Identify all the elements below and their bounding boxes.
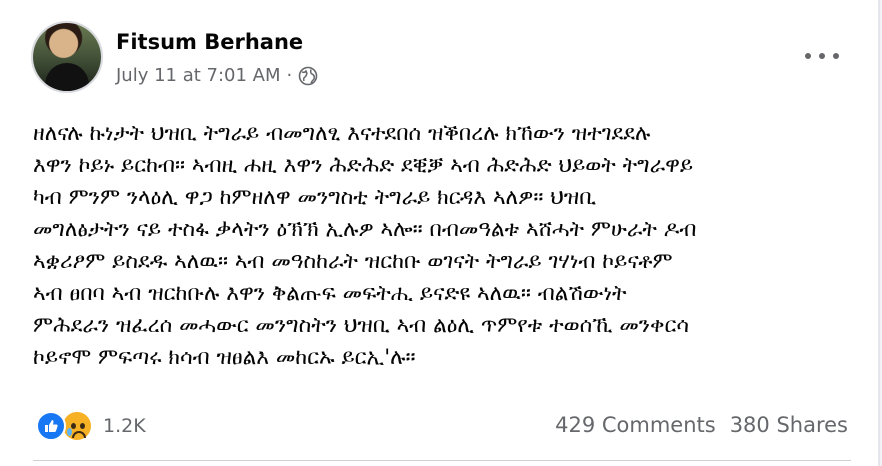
- sad-mouth: [72, 431, 86, 438]
- dot: [819, 53, 825, 59]
- sad-eye: [71, 423, 76, 429]
- post-line: ምሕደራን ዝፈረሰ መሓውር መንግስትን ህዝቢ ኣብ ልዕሊ ጥምየቱ ተ…: [33, 313, 689, 338]
- like-icon: [36, 411, 66, 441]
- comments-count[interactable]: 429 Comments: [555, 413, 716, 437]
- post-line: ኣቋሪፆም ይስደዱ ኣለዉ። ኣብ መዓስከራት ዝርከቡ ወገናት ትግራይ…: [33, 249, 673, 274]
- post-line: ኣብ ፀበባ ኣብ ዝርከቡሉ እዋን ቅልጡፍ መፍትሒ ይናድዩ ኣለዉ። …: [33, 281, 627, 306]
- post-line: እዋን ኮይኑ ይርከብ። ኣብዚ ሐዚ እዋን ሕድሕድ ደቒቓ ኣብ ሕድሕ…: [33, 153, 694, 178]
- post-body: ዘለናሉ ኩነታት ህዝቢ ትግራይ ብመግለፂ እናተደበሰ ዝቕበረሉ ክኸ…: [33, 118, 863, 374]
- post-line: መግለፅታትን ናይ ተስፋ ቃላትን ዕኽኽ ኢሉዎ ኣሎ። በብመዓልቱ ኣ…: [33, 217, 697, 242]
- sad-eye: [80, 423, 85, 429]
- avatar[interactable]: [33, 23, 101, 91]
- post-card: Fitsum Berhane July 11 at 7:01 AM · ዘለናሉ…: [0, 0, 880, 466]
- post-line: ኮይኖሞ ምፍጣሩ ክሳብ ዝፀልእ መከርኡ ይርኢ'ሉ።: [33, 345, 416, 370]
- reactions-summary[interactable]: 1.2K: [36, 410, 146, 442]
- dot: [833, 53, 839, 59]
- more-options-icon[interactable]: [805, 46, 839, 66]
- post-line: ካብ ምንም ንላዕሊ ዋጋ ከምዘለዋ መንግስቲ ትግራይ ክርዳእ ኣለዎ…: [33, 185, 597, 210]
- dot: [805, 53, 811, 59]
- shares-count[interactable]: 380 Shares: [730, 413, 848, 437]
- post-stats: 429 Comments 380 Shares: [555, 413, 848, 437]
- author-name[interactable]: Fitsum Berhane: [116, 30, 303, 54]
- post-line: ዘለናሉ ኩነታት ህዝቢ ትግራይ ብመግለፂ እናተደበሰ ዝቕበረሉ ክኸ…: [33, 121, 651, 146]
- post-timestamp[interactable]: July 11 at 7:01 AM: [116, 65, 281, 86]
- reaction-count[interactable]: 1.2K: [103, 415, 146, 437]
- sad-tear: [67, 428, 72, 436]
- divider: [33, 460, 851, 461]
- globe-icon[interactable]: [298, 66, 318, 86]
- post-meta: July 11 at 7:01 AM ·: [116, 65, 318, 86]
- meta-separator: ·: [286, 65, 293, 86]
